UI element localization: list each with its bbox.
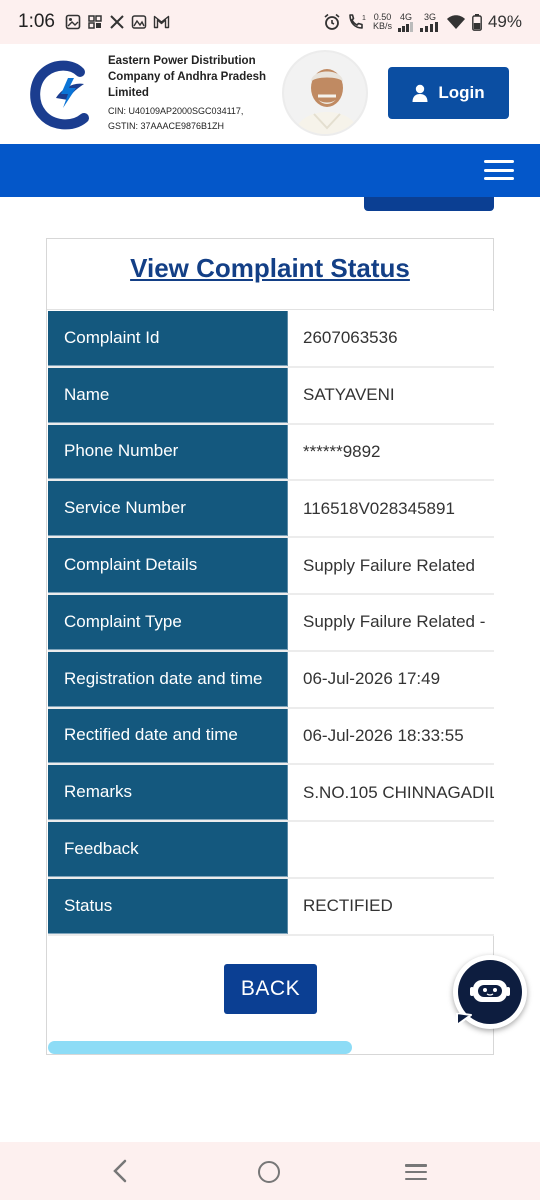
x-app-icon [110, 15, 124, 29]
row-value: 116518V028345891 [288, 481, 494, 537]
recents-line [405, 1177, 427, 1180]
table-row: Complaint Details Supply Failure Related [48, 538, 494, 595]
login-label: Login [438, 83, 485, 102]
recents-line [405, 1170, 427, 1174]
network-speed: 0.50 KB/s [373, 13, 392, 31]
chatbot-button[interactable] [453, 955, 527, 1029]
net1-label: 4G [399, 11, 412, 22]
menu-line [484, 177, 514, 180]
row-label: Name [48, 367, 288, 423]
grid-app-icon [88, 15, 102, 29]
table-row: Remarks S.NO.105 CHINNAGADILI [48, 765, 494, 823]
system-status: 1 0.50 KB/s 4G 3G 49% [323, 12, 522, 32]
gstin-text: GSTIN: 37AAACE9876B1ZH [108, 121, 225, 131]
row-value: RECTIFIED [288, 878, 494, 934]
speed-unit: KB/s [372, 21, 392, 31]
row-label: Phone Number [48, 424, 288, 480]
user-icon [412, 84, 428, 102]
robot-icon [470, 980, 510, 1002]
epdcl-logo[interactable] [28, 58, 98, 130]
net2-label: 3G [423, 11, 436, 22]
system-navigation-bar [0, 1142, 540, 1200]
gmail-icon [153, 15, 170, 29]
recents-nav-icon[interactable] [405, 1164, 427, 1180]
status-time: 1:06 [18, 11, 55, 32]
page-title: View Complaint Status [130, 253, 410, 283]
row-label: Remarks [48, 765, 288, 821]
table-row: Status RECTIFIED [48, 878, 494, 936]
row-value: 06-Jul-2026 17:49 [288, 651, 494, 707]
row-label: Complaint Details [48, 538, 288, 593]
recents-line [405, 1164, 427, 1167]
chief-minister-portrait [282, 50, 368, 136]
row-label: Registration date and time [48, 651, 288, 707]
site-header: Eastern Power Distribution Company of An… [0, 44, 540, 144]
row-value: Supply Failure Related [288, 538, 494, 593]
battery-icon [472, 13, 482, 31]
table-row: Complaint Id 2607063536 [48, 311, 494, 368]
table-row: Phone Number ******9892 [48, 424, 494, 482]
chat-tail-icon [456, 1013, 472, 1026]
signal-4g: 4G [397, 11, 414, 32]
call-icon: 1 [349, 14, 366, 29]
row-label: Feedback [48, 822, 288, 877]
signal-bars-icon [419, 21, 438, 32]
cin-text: CIN: U40109AP2000SGC034117, [108, 106, 244, 116]
portrait-image [284, 52, 366, 134]
home-nav-icon[interactable] [258, 1161, 280, 1183]
row-label: Service Number [48, 481, 288, 537]
menu-icon[interactable] [484, 160, 514, 180]
table-row: Feedback [48, 822, 494, 879]
signal-3g: 3G [419, 11, 440, 32]
company-name: Eastern Power Distribution Company of An… [108, 55, 267, 99]
notification-icons [65, 14, 170, 30]
alarm-icon [324, 13, 340, 30]
svg-text:1: 1 [362, 15, 366, 22]
main-navbar [0, 144, 540, 197]
partial-button[interactable] [364, 197, 494, 211]
horizontal-scrollbar[interactable] [48, 1041, 352, 1054]
login-button[interactable]: Login [388, 67, 509, 119]
row-label: Complaint Id [48, 311, 288, 366]
row-label: Status [48, 878, 288, 934]
complaint-details-table: Complaint Id 2607063536 Name SATYAVENI P… [48, 311, 494, 936]
back-button[interactable]: BACK [224, 964, 317, 1014]
company-ids: CIN: U40109AP2000SGC034117, GSTIN: 37AAA… [108, 104, 278, 134]
row-value: ******9892 [288, 424, 494, 480]
complaint-status-card: View Complaint Status Complaint Id 26070… [46, 238, 494, 1055]
menu-line [484, 160, 514, 163]
battery-percent: 49% [487, 12, 522, 31]
row-value: SATYAVENI [288, 367, 494, 423]
signal-bars-icon [397, 21, 413, 32]
row-label: Rectified date and time [48, 708, 288, 764]
row-label: Complaint Type [48, 594, 288, 650]
table-row: Rectified date and time 06-Jul-2026 18:3… [48, 708, 494, 766]
photos-icon [131, 15, 147, 29]
row-value: Supply Failure Related - [288, 594, 494, 650]
wifi-icon [446, 15, 465, 29]
row-value: S.NO.105 CHINNAGADILI [288, 765, 494, 821]
status-bar: 1:06 1 0.50 KB/s 4G 3G 49% [0, 0, 540, 44]
back-nav-icon[interactable] [112, 1158, 128, 1184]
table-row: Service Number 116518V028345891 [48, 481, 494, 539]
table-row: Registration date and time 06-Jul-2026 1… [48, 651, 494, 709]
row-value: 06-Jul-2026 18:33:55 [288, 708, 494, 764]
menu-line [484, 168, 514, 172]
row-value [288, 822, 494, 877]
table-row: Complaint Type Supply Failure Related - [48, 594, 494, 652]
divider [47, 309, 493, 310]
table-row: Name SATYAVENI [48, 367, 494, 425]
gallery-icon [65, 14, 81, 30]
row-value: 2607063536 [288, 311, 494, 366]
